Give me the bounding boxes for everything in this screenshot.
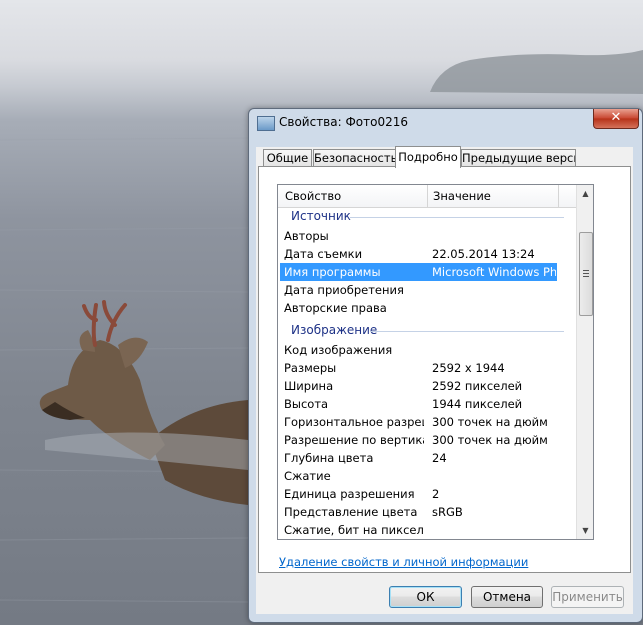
vertical-scrollbar[interactable]: ▲ ▼	[576, 185, 593, 539]
column-header-value[interactable]: Значение	[433, 189, 491, 203]
list-item[interactable]: Авторские права	[280, 299, 557, 317]
list-item[interactable]: Размеры 2592 x 1944	[280, 359, 557, 377]
property-value: 2592 x 1944	[432, 361, 505, 375]
property-name: Сжатие	[284, 469, 331, 483]
property-value: 22.05.2014 13:24	[432, 247, 535, 261]
group-divider	[350, 217, 564, 218]
apply-button[interactable]: Применить	[551, 586, 624, 608]
cancel-button[interactable]: Отмена	[471, 586, 543, 608]
list-item[interactable]: Высота 1944 пикселей	[280, 395, 557, 413]
tab-previous-versions[interactable]: Предыдущие версии	[461, 149, 576, 167]
list-header: Свойство Значение	[278, 185, 576, 208]
property-name: Высота	[284, 397, 329, 411]
list-item-selected[interactable]: Имя программы Microsoft Windows Ph...	[280, 263, 557, 281]
list-item[interactable]: Сжатие, бит на пиксель	[280, 521, 557, 539]
property-name: Разрешение по вертикали	[284, 433, 424, 447]
property-value: sRGB	[432, 505, 463, 519]
list-item[interactable]: Разрешение по вертикали 300 точек на дюй…	[280, 431, 557, 449]
property-value: 300 точек на дюйм	[432, 415, 548, 429]
group-source[interactable]: Источник	[291, 209, 351, 223]
property-value: 1944 пикселей	[432, 397, 523, 411]
property-value: 2	[432, 487, 440, 501]
list-item[interactable]: Горизонтальное разреше... 300 точек на д…	[280, 413, 557, 431]
image-file-icon	[257, 116, 275, 131]
property-name: Авторские права	[284, 301, 387, 315]
list-item[interactable]: Сжатие	[280, 467, 557, 485]
tab-security[interactable]: Безопасность	[313, 149, 396, 167]
details-panel: Свойство Значение Источник Авторы Дата с…	[258, 166, 631, 573]
property-name: Единица разрешения	[284, 487, 415, 501]
tab-details[interactable]: Подробно	[395, 146, 461, 168]
property-name: Код изображения	[284, 343, 393, 357]
properties-list[interactable]: Свойство Значение Источник Авторы Дата с…	[277, 184, 594, 540]
property-name: Дата приобретения	[284, 283, 404, 297]
list-item[interactable]: Авторы	[280, 227, 557, 245]
list-item[interactable]: Дата приобретения	[280, 281, 557, 299]
list-item[interactable]: Глубина цвета 24	[280, 449, 557, 467]
property-name: Имя программы	[284, 265, 381, 279]
group-divider	[370, 331, 564, 332]
window-title: Свойства: Фото0216	[279, 115, 409, 129]
property-name: Представление цвета	[284, 505, 418, 519]
tab-general[interactable]: Общие	[263, 149, 312, 167]
property-value: 24	[432, 451, 447, 465]
property-name: Горизонтальное разреше...	[284, 415, 424, 429]
scroll-down-button[interactable]: ▼	[577, 522, 593, 539]
grip-icon	[583, 270, 589, 278]
property-name: Глубина цвета	[284, 451, 374, 465]
dialog-client-area: Общие Безопасность Подробно Предыдущие в…	[256, 146, 633, 614]
property-name: Размеры	[284, 361, 337, 375]
title-bar[interactable]: Свойства: Фото0216 ✕	[249, 109, 642, 137]
group-image[interactable]: Изображение	[291, 323, 377, 337]
list-item[interactable]: Дата съемки 22.05.2014 13:24	[280, 245, 557, 263]
scroll-thumb[interactable]	[579, 232, 593, 316]
list-item[interactable]: Ширина 2592 пикселей	[280, 377, 557, 395]
property-name: Дата съемки	[284, 247, 363, 261]
scroll-up-button[interactable]: ▲	[577, 185, 593, 202]
list-item[interactable]: Представление цвета sRGB	[280, 503, 557, 521]
property-name: Авторы	[284, 229, 329, 243]
list-item[interactable]: Код изображения	[280, 341, 557, 359]
close-button[interactable]: ✕	[593, 109, 639, 129]
remove-properties-link[interactable]: Удаление свойств и личной информации	[279, 555, 528, 569]
list-item[interactable]: Единица разрешения 2	[280, 485, 557, 503]
properties-dialog: Свойства: Фото0216 ✕ Общие Безопасность …	[248, 108, 643, 623]
property-name: Ширина	[284, 379, 334, 393]
property-value: 300 точек на дюйм	[432, 433, 548, 447]
column-header-property[interactable]: Свойство	[285, 189, 341, 203]
property-name: Сжатие, бит на пиксель	[284, 523, 424, 537]
ok-button[interactable]: ОК	[389, 586, 462, 608]
property-value: 2592 пикселей	[432, 379, 523, 393]
property-value: Microsoft Windows Ph...	[432, 265, 556, 279]
